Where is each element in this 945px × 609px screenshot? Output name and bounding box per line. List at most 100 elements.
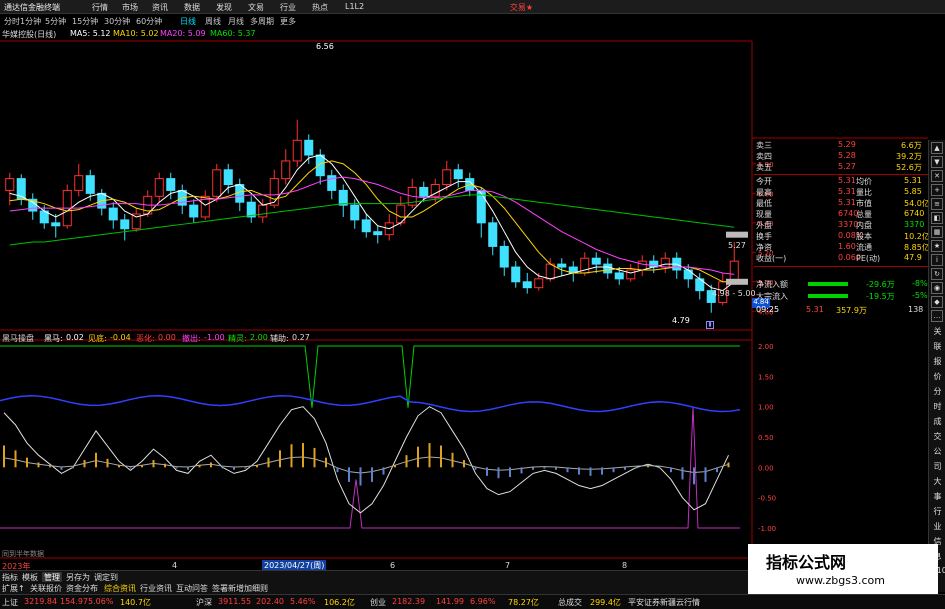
ticker-name-cy[interactable]: 创业 (370, 597, 386, 608)
quote-vol: 52.6万 (896, 163, 922, 172)
side-button[interactable]: 事 (932, 491, 943, 502)
candle-body (442, 169, 452, 186)
sub-indicator-title[interactable]: 黑马操盘 (2, 333, 34, 344)
stat-value: 1.60 (838, 242, 856, 251)
side-button[interactable]: 大 (932, 476, 943, 487)
side-button[interactable]: 司 (932, 461, 943, 472)
sub-axis-tick: -1.00 (758, 525, 776, 533)
histogram-bar (141, 464, 143, 468)
quote-price: 5.28 (838, 151, 856, 160)
panel-close-icon[interactable]: ✕ (931, 170, 943, 182)
panel-bell-icon[interactable]: ◆ (931, 296, 943, 308)
side-button[interactable]: 成 (932, 416, 943, 427)
candle-body (511, 266, 521, 283)
panel-list-icon[interactable]: ≡ (931, 198, 943, 210)
stat-value: 8.85亿 (904, 243, 930, 252)
side-button[interactable]: 时 (932, 401, 943, 412)
candle-body (453, 169, 463, 180)
side-button[interactable]: 分 (932, 386, 943, 397)
panel-more-icon[interactable]: … (931, 310, 943, 322)
candle-body (683, 269, 693, 280)
candle-body (361, 219, 371, 233)
histogram-bar (417, 446, 419, 468)
ma-line-ma_short (9, 154, 735, 292)
candle-body (545, 263, 555, 280)
side-button[interactable]: 行 (932, 506, 943, 517)
panel-refresh-icon[interactable]: ↻ (931, 268, 943, 280)
green-signal-line (0, 345, 740, 408)
ticker-amt-sh: 140.7亿 (120, 598, 151, 607)
stat-label: 换手 (756, 232, 772, 241)
sub-axis-tick: 0.00 (758, 464, 774, 472)
panel-chart-icon[interactable]: ◧ (931, 212, 943, 224)
candle-body (373, 231, 383, 236)
ticker-name-hs[interactable]: 沪深 (196, 597, 212, 608)
flow-value: -19.5万 (866, 292, 895, 301)
stat-label: 外盘 (756, 221, 772, 230)
panel-expand-icon[interactable]: + (931, 184, 943, 196)
panel-star-icon[interactable]: ★ (931, 240, 943, 252)
stat-value: 6740 (904, 209, 925, 218)
stat-label: 市值 (856, 199, 872, 208)
stat-label: 股本 (856, 232, 872, 241)
side-button[interactable]: 公 (932, 446, 943, 457)
histogram-bar (83, 460, 86, 468)
sub-value-ehua: 0.00 (158, 333, 176, 342)
flow-value: -29.6万 (866, 280, 895, 289)
panel-grid-icon[interactable]: ▦ (931, 226, 943, 238)
candle-body (166, 178, 176, 191)
candle-body (269, 178, 279, 206)
ticker-total-val: 299.4亿 (590, 598, 621, 607)
ticker-name-sh[interactable]: 上证 (2, 597, 18, 608)
tab-fund-flow[interactable]: 资金分布 (66, 583, 98, 594)
histogram-bar (727, 462, 730, 468)
panel-up-icon[interactable]: ▲ (931, 142, 943, 154)
candle-body (51, 222, 61, 227)
side-button[interactable]: 价 (932, 371, 943, 382)
histogram-bar (647, 466, 649, 468)
histogram-bar (106, 458, 109, 468)
low-price-label: 4.79 (672, 316, 690, 325)
ticker-amt-hs: 106.2亿 (324, 598, 355, 607)
sub-label-heima: 黑马: (44, 334, 63, 343)
stat-row: 净资 1.60 流通 8.85亿 (756, 242, 930, 253)
side-button[interactable]: 交 (932, 431, 943, 442)
candle-body (557, 263, 567, 268)
quote-row-sell3: 卖三 5.29 6.6万 (756, 140, 928, 151)
ticker-pct-cy: 6.96% (470, 597, 496, 606)
tab-news[interactable]: 综合资讯 (104, 583, 136, 594)
panel-down-icon[interactable]: ▼ (931, 156, 943, 168)
histogram-bar (520, 467, 523, 474)
tab-industry-news[interactable]: 行业资讯 (140, 583, 172, 594)
tab-related-quote[interactable]: 关联报价 (30, 583, 62, 594)
stat-value: 10.2亿 (904, 232, 930, 241)
side-button[interactable]: 联 (932, 341, 943, 352)
side-button[interactable]: 业 (932, 521, 943, 532)
sub-label-jingling: 精灵: (228, 334, 247, 343)
quote-row-sell5: 卖五 5.27 52.6万 (756, 162, 928, 173)
candle-body (729, 260, 739, 283)
panel-info-icon[interactable]: i (931, 254, 943, 266)
histogram-bar (348, 467, 350, 482)
support-label: 4.98 - 5.00 (712, 289, 756, 298)
candle-body (591, 257, 601, 265)
sub-axis-tick: 0.50 (758, 434, 774, 442)
bottom-tab-bar: 指标 模板 管理 另存为 调定到 (0, 570, 800, 583)
histogram-bar (198, 464, 201, 468)
tab-new-rules[interactable]: 签署新增加细则 (212, 583, 268, 594)
side-button[interactable]: 报 (932, 356, 943, 367)
stat-label: 现量 (756, 210, 772, 219)
histogram-bar (210, 462, 212, 468)
candle-body (223, 169, 233, 186)
tab-qa[interactable]: 互动问答 (176, 583, 208, 594)
sub-axis-tick: 1.50 (758, 373, 774, 381)
stat-value: 54.0亿 (904, 199, 930, 208)
tab-extend[interactable]: 扩展↑ (2, 583, 25, 594)
histogram-bar (555, 467, 557, 470)
panel-lock-icon[interactable]: ◉ (931, 282, 943, 294)
info-tab-bar: 扩展↑ 关联报价 资金分布 综合资讯 行业资讯 互动问答 签署新增加细则 (0, 582, 800, 594)
side-button[interactable]: 关 (932, 326, 943, 337)
stat-label: 收益(一) (756, 254, 787, 263)
date-label-7: 7 (505, 561, 511, 570)
purple-signal-line (0, 406, 740, 529)
